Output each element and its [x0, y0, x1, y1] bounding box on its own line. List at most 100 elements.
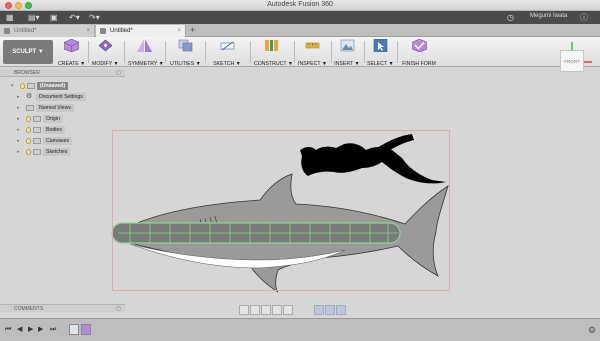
step-forward-icon[interactable]: ▶ — [38, 325, 43, 335]
sketch-menu[interactable]: SKETCH ▼ — [209, 39, 245, 67]
select-icon — [373, 38, 387, 53]
finish-form-button[interactable]: FINISH FORM — [400, 38, 438, 67]
expand-arrow-icon[interactable]: ▸ — [17, 104, 20, 112]
symmetry-icon — [136, 39, 152, 52]
expand-arrow-icon[interactable]: ▸ — [17, 115, 20, 123]
undo-icon[interactable]: ↶▾ — [69, 13, 80, 22]
pin-icon[interactable]: ▢ — [116, 69, 121, 77]
play-icon[interactable]: ▶ — [28, 325, 33, 335]
toolbar-divider — [205, 41, 206, 63]
tab-untitled-1[interactable]: Untitled* × — [0, 25, 95, 37]
close-tab-icon[interactable]: × — [177, 25, 181, 37]
modify-icon — [98, 39, 112, 52]
item-label: Bodies — [43, 126, 65, 134]
navigation-bar — [239, 305, 359, 315]
grid-snaps-icon[interactable] — [325, 305, 335, 315]
modify-menu[interactable]: MODIFY ▼ — [92, 39, 119, 67]
app-grid-icon[interactable]: ▦ — [6, 13, 14, 22]
expand-arrow-icon[interactable]: ▾ — [11, 82, 14, 90]
fit-icon[interactable] — [283, 305, 293, 315]
fusion-360-window: Autodesk Fusion 360 ▦ ▤▾ ▣ ↶▾ ↷▾ ◷ Megum… — [0, 0, 600, 341]
timeline-canvas-item[interactable] — [69, 324, 79, 335]
utilities-icon — [178, 39, 192, 52]
select-menu[interactable]: SELECT ▼ — [367, 38, 394, 67]
toolbar-divider — [88, 41, 89, 63]
item-label: Origin — [43, 115, 63, 123]
toolbar-divider — [294, 41, 295, 63]
comments-panel[interactable]: COMMENTS ▢ — [0, 304, 125, 312]
tab-label: Untitled* — [14, 28, 37, 34]
folder-icon — [33, 149, 41, 155]
viewports-icon[interactable] — [336, 305, 346, 315]
browser-item-bodies[interactable]: ▸ Bodies — [17, 126, 127, 134]
timeline: ⏮ ◀ ▶ ▶ ⏭ ⚙ — [0, 318, 600, 341]
gear-icon[interactable]: ⚙ — [588, 325, 596, 336]
ribbon-toolbar: SCULPT ▼ CREATE ▼ MODIFY ▼ SYMMETRY ▼ UT… — [0, 37, 600, 67]
browser-root[interactable]: ▾ (Unsaved) — [11, 82, 121, 90]
expand-arrow-icon[interactable]: ▸ — [17, 148, 20, 156]
finish-form-icon — [411, 38, 427, 53]
display-settings-icon[interactable] — [314, 305, 324, 315]
toolbar-divider — [124, 41, 125, 63]
component-icon — [27, 83, 35, 89]
redo-icon[interactable]: ↷▾ — [89, 13, 100, 22]
help-icon[interactable]: ⓘ — [580, 13, 588, 22]
toolbar-divider — [250, 41, 251, 63]
go-to-end-icon[interactable]: ⏭ — [50, 325, 56, 335]
folder-icon — [33, 138, 41, 144]
x-axis-indicator — [584, 61, 592, 63]
inspect-menu[interactable]: INSPECT ▼ — [298, 39, 327, 67]
look-at-icon[interactable] — [250, 305, 260, 315]
title-bar: Autodesk Fusion 360 — [0, 0, 600, 11]
browser-item-origin[interactable]: ▸ Origin — [17, 115, 127, 123]
toolbar-divider — [364, 41, 365, 63]
orbit-icon[interactable] — [239, 305, 249, 315]
browser-panel-header[interactable]: BROWSER ▢ — [0, 69, 125, 77]
tab-untitled-2[interactable]: Untitled* × — [96, 25, 186, 37]
browser-item-sketches[interactable]: ▸ Sketches — [17, 148, 127, 156]
root-label: (Unsaved) — [37, 82, 69, 90]
tab-label: Untitled* — [110, 28, 133, 34]
toolbar-divider — [331, 41, 332, 63]
z-axis-indicator — [571, 42, 573, 50]
browser-item-canvases[interactable]: ▸ Canvases — [17, 137, 127, 145]
utilities-menu[interactable]: UTILITIES ▼ — [170, 39, 201, 67]
expand-arrow-icon[interactable]: ▸ — [17, 137, 20, 145]
timeline-form-item[interactable] — [81, 324, 91, 335]
document-tabs: Untitled* × Untitled* × + — [0, 24, 600, 37]
item-label: Named Views — [36, 104, 74, 112]
bulb-icon[interactable] — [20, 83, 25, 89]
browser-item-named-views[interactable]: ▸ Named Views — [17, 104, 127, 112]
new-tab-button[interactable]: + — [190, 25, 195, 36]
bulb-icon[interactable] — [26, 138, 31, 144]
comments-label: COMMENTS — [14, 306, 44, 312]
workspace-switcher[interactable]: SCULPT ▼ — [3, 40, 53, 64]
zoom-icon[interactable] — [272, 305, 282, 315]
construct-menu[interactable]: CONSTRUCT ▼ — [254, 39, 293, 67]
symmetry-menu[interactable]: SYMMETRY ▼ — [128, 39, 164, 67]
user-name[interactable]: Megumi Iwata — [530, 13, 567, 19]
document-icon — [4, 28, 10, 34]
expand-arrow-icon[interactable]: ▸ — [17, 126, 20, 134]
go-to-start-icon[interactable]: ⏮ — [5, 325, 11, 335]
viewcube[interactable]: FRONT — [560, 50, 584, 72]
pin-icon[interactable]: ▢ — [116, 305, 121, 313]
create-menu[interactable]: CREATE ▼ — [58, 38, 85, 67]
browser-item-document-settings[interactable]: ▸ ⚙ Document Settings — [17, 93, 127, 101]
clock-icon[interactable]: ◷ — [507, 13, 514, 22]
inspect-icon — [305, 42, 319, 49]
expand-arrow-icon[interactable]: ▸ — [17, 93, 20, 101]
file-icon[interactable]: ▤▾ — [28, 13, 40, 22]
close-tab-icon[interactable]: × — [86, 25, 90, 37]
quick-access-bar: ▦ ▤▾ ▣ ↶▾ ↷▾ ◷ Megumi Iwata ⓘ — [0, 11, 600, 24]
bulb-icon[interactable] — [26, 149, 31, 155]
insert-menu[interactable]: INSERT ▼ — [334, 39, 360, 67]
bulb-icon[interactable] — [26, 127, 31, 133]
save-icon[interactable]: ▣ — [50, 13, 58, 22]
document-icon — [100, 28, 106, 34]
pan-icon[interactable] — [261, 305, 271, 315]
folder-icon — [26, 105, 34, 111]
step-back-icon[interactable]: ◀ — [17, 325, 22, 335]
toolbar-divider — [165, 41, 166, 63]
bulb-icon[interactable] — [26, 116, 31, 122]
